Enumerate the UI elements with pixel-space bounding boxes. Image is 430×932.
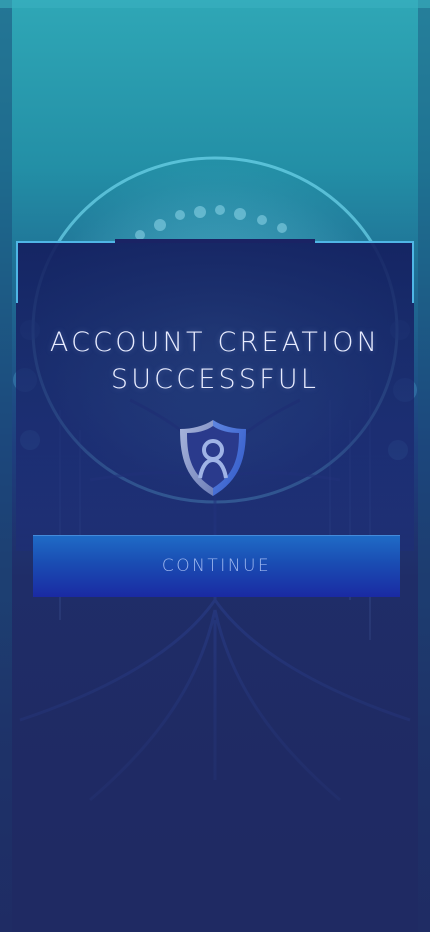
success-screen: Account Creation Successful Continue bbox=[0, 0, 430, 932]
panel-top-notch bbox=[115, 239, 315, 243]
panel-edge-right bbox=[412, 243, 414, 303]
success-title: Account Creation Successful bbox=[49, 327, 381, 395]
continue-button[interactable]: Continue bbox=[33, 535, 400, 597]
shield-person-icon bbox=[180, 420, 246, 496]
panel-edge-left bbox=[16, 243, 18, 303]
lower-fade-overlay bbox=[0, 600, 430, 932]
